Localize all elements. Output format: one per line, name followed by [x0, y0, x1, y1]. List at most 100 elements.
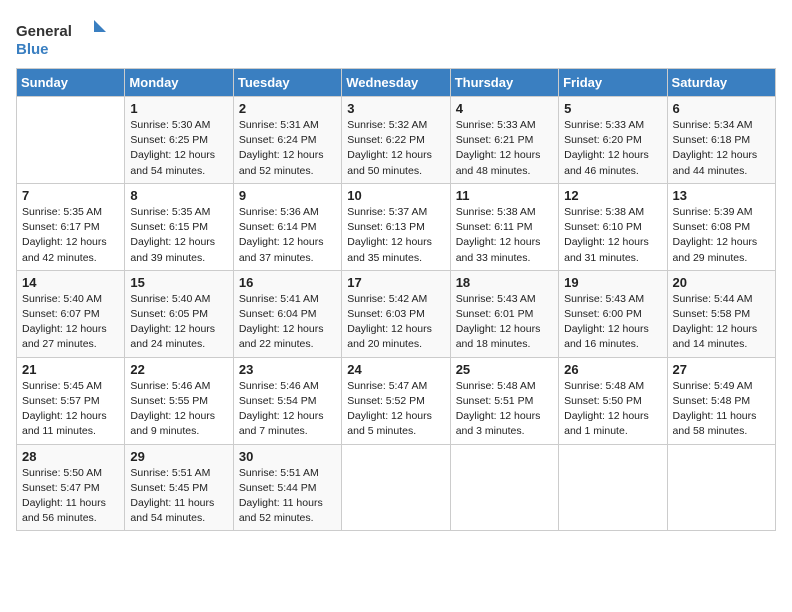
- calendar-cell: 30Sunrise: 5:51 AMSunset: 5:44 PMDayligh…: [233, 444, 341, 531]
- col-header-tuesday: Tuesday: [233, 69, 341, 97]
- day-number: 15: [130, 275, 227, 290]
- logo: General Blue: [16, 16, 106, 60]
- calendar-cell: 15 Sunrise: 5:40 AMSunset: 6:05 PMDayligh…: [125, 270, 233, 357]
- col-header-wednesday: Wednesday: [342, 69, 450, 97]
- calendar-cell: [667, 444, 775, 531]
- day-info: Sunrise: 5:45 AMSunset: 5:57 PMDaylight:…: [22, 379, 119, 440]
- calendar-cell: 10Sunrise: 5:37 AMSunset: 6:13 PMDayligh…: [342, 183, 450, 270]
- calendar-week-row: 7 Sunrise: 5:35 AMSunset: 6:17 PMDaylight…: [17, 183, 776, 270]
- day-info: Sunrise: 5:33 AMSunset: 6:20 PMDaylight:…: [564, 118, 661, 179]
- calendar-cell: 20 Sunrise: 5:44 AMSunset: 5:58 PMDayligh…: [667, 270, 775, 357]
- day-number: 16: [239, 275, 336, 290]
- calendar-table: SundayMondayTuesdayWednesdayThursdayFrid…: [16, 68, 776, 531]
- day-number: 6: [673, 101, 770, 116]
- day-number: 25: [456, 362, 553, 377]
- calendar-cell: 1 Sunrise: 5:30 AMSunset: 6:25 PMDaylight…: [125, 97, 233, 184]
- day-info: Sunrise: 5:30 AMSunset: 6:25 PMDaylight:…: [130, 118, 227, 179]
- calendar-week-row: 21 Sunrise: 5:45 AMSunset: 5:57 PMDayligh…: [17, 357, 776, 444]
- day-number: 22: [130, 362, 227, 377]
- day-info: Sunrise: 5:31 AMSunset: 6:24 PMDaylight:…: [239, 118, 336, 179]
- calendar-cell: 7 Sunrise: 5:35 AMSunset: 6:17 PMDaylight…: [17, 183, 125, 270]
- calendar-cell: 26Sunrise: 5:48 AMSunset: 5:50 PMDayligh…: [559, 357, 667, 444]
- day-number: 8: [130, 188, 227, 203]
- day-info: Sunrise: 5:40 AMSunset: 6:07 PMDaylight:…: [22, 292, 119, 353]
- day-info: Sunrise: 5:38 AMSunset: 6:11 PMDaylight:…: [456, 205, 553, 266]
- calendar-cell: 5 Sunrise: 5:33 AMSunset: 6:20 PMDaylight…: [559, 97, 667, 184]
- calendar-cell: 18 Sunrise: 5:43 AMSunset: 6:01 PMDayligh…: [450, 270, 558, 357]
- col-header-saturday: Saturday: [667, 69, 775, 97]
- day-info: Sunrise: 5:40 AMSunset: 6:05 PMDaylight:…: [130, 292, 227, 353]
- calendar-cell: [17, 97, 125, 184]
- day-info: Sunrise: 5:32 AMSunset: 6:22 PMDaylight:…: [347, 118, 444, 179]
- day-info: Sunrise: 5:41 AMSunset: 6:04 PMDaylight:…: [239, 292, 336, 353]
- day-info: Sunrise: 5:35 AMSunset: 6:17 PMDaylight:…: [22, 205, 119, 266]
- calendar-cell: 14 Sunrise: 5:40 AMSunset: 6:07 PMDayligh…: [17, 270, 125, 357]
- day-number: 20: [673, 275, 770, 290]
- day-info: Sunrise: 5:51 AMSunset: 5:44 PMDaylight:…: [239, 466, 336, 527]
- col-header-sunday: Sunday: [17, 69, 125, 97]
- day-info: Sunrise: 5:38 AMSunset: 6:10 PMDaylight:…: [564, 205, 661, 266]
- calendar-cell: [342, 444, 450, 531]
- day-number: 7: [22, 188, 119, 203]
- day-info: Sunrise: 5:46 AMSunset: 5:54 PMDaylight:…: [239, 379, 336, 440]
- svg-text:General: General: [16, 23, 72, 40]
- day-info: Sunrise: 5:50 AMSunset: 5:47 PMDaylight:…: [22, 466, 119, 527]
- day-number: 18: [456, 275, 553, 290]
- calendar-week-row: 28 Sunrise: 5:50 AMSunset: 5:47 PMDayligh…: [17, 444, 776, 531]
- calendar-cell: 12 Sunrise: 5:38 AMSunset: 6:10 PMDayligh…: [559, 183, 667, 270]
- col-header-thursday: Thursday: [450, 69, 558, 97]
- calendar-cell: 29Sunrise: 5:51 AMSunset: 5:45 PMDayligh…: [125, 444, 233, 531]
- day-info: Sunrise: 5:44 AMSunset: 5:58 PMDaylight:…: [673, 292, 770, 353]
- calendar-week-row: 14 Sunrise: 5:40 AMSunset: 6:07 PMDayligh…: [17, 270, 776, 357]
- day-info: Sunrise: 5:34 AMSunset: 6:18 PMDaylight:…: [673, 118, 770, 179]
- day-number: 28: [22, 449, 119, 464]
- calendar-week-row: 1 Sunrise: 5:30 AMSunset: 6:25 PMDaylight…: [17, 97, 776, 184]
- svg-text:Blue: Blue: [16, 41, 49, 58]
- calendar-cell: 28 Sunrise: 5:50 AMSunset: 5:47 PMDayligh…: [17, 444, 125, 531]
- calendar-cell: 19Sunrise: 5:43 AMSunset: 6:00 PMDayligh…: [559, 270, 667, 357]
- day-info: Sunrise: 5:35 AMSunset: 6:15 PMDaylight:…: [130, 205, 227, 266]
- day-number: 12: [564, 188, 661, 203]
- day-number: 2: [239, 101, 336, 116]
- calendar-cell: 17 Sunrise: 5:42 AMSunset: 6:03 PMDayligh…: [342, 270, 450, 357]
- calendar-cell: 9Sunrise: 5:36 AMSunset: 6:14 PMDaylight…: [233, 183, 341, 270]
- calendar-cell: 11 Sunrise: 5:38 AMSunset: 6:11 PMDayligh…: [450, 183, 558, 270]
- col-header-monday: Monday: [125, 69, 233, 97]
- day-number: 9: [239, 188, 336, 203]
- day-info: Sunrise: 5:33 AMSunset: 6:21 PMDaylight:…: [456, 118, 553, 179]
- day-number: 29: [130, 449, 227, 464]
- day-number: 23: [239, 362, 336, 377]
- day-number: 1: [130, 101, 227, 116]
- calendar-cell: 24Sunrise: 5:47 AMSunset: 5:52 PMDayligh…: [342, 357, 450, 444]
- calendar-cell: [559, 444, 667, 531]
- calendar-cell: 16 Sunrise: 5:41 AMSunset: 6:04 PMDayligh…: [233, 270, 341, 357]
- day-number: 13: [673, 188, 770, 203]
- calendar-cell: 3 Sunrise: 5:32 AMSunset: 6:22 PMDaylight…: [342, 97, 450, 184]
- calendar-header-row: SundayMondayTuesdayWednesdayThursdayFrid…: [17, 69, 776, 97]
- day-number: 11: [456, 188, 553, 203]
- calendar-cell: 25 Sunrise: 5:48 AMSunset: 5:51 PMDayligh…: [450, 357, 558, 444]
- calendar-cell: 22Sunrise: 5:46 AMSunset: 5:55 PMDayligh…: [125, 357, 233, 444]
- col-header-friday: Friday: [559, 69, 667, 97]
- day-number: 21: [22, 362, 119, 377]
- day-info: Sunrise: 5:48 AMSunset: 5:51 PMDaylight:…: [456, 379, 553, 440]
- day-number: 4: [456, 101, 553, 116]
- day-info: Sunrise: 5:49 AMSunset: 5:48 PMDaylight:…: [673, 379, 770, 440]
- day-number: 5: [564, 101, 661, 116]
- day-info: Sunrise: 5:43 AMSunset: 6:01 PMDaylight:…: [456, 292, 553, 353]
- logo-svg: General Blue: [16, 16, 106, 60]
- day-info: Sunrise: 5:37 AMSunset: 6:13 PMDaylight:…: [347, 205, 444, 266]
- day-number: 17: [347, 275, 444, 290]
- calendar-cell: 13Sunrise: 5:39 AMSunset: 6:08 PMDayligh…: [667, 183, 775, 270]
- calendar-cell: [450, 444, 558, 531]
- day-number: 14: [22, 275, 119, 290]
- page-header: General Blue: [16, 16, 776, 60]
- calendar-cell: 4 Sunrise: 5:33 AMSunset: 6:21 PMDaylight…: [450, 97, 558, 184]
- calendar-cell: 8 Sunrise: 5:35 AMSunset: 6:15 PMDaylight…: [125, 183, 233, 270]
- calendar-cell: 21 Sunrise: 5:45 AMSunset: 5:57 PMDayligh…: [17, 357, 125, 444]
- calendar-cell: 27Sunrise: 5:49 AMSunset: 5:48 PMDayligh…: [667, 357, 775, 444]
- day-info: Sunrise: 5:42 AMSunset: 6:03 PMDaylight:…: [347, 292, 444, 353]
- day-number: 3: [347, 101, 444, 116]
- day-info: Sunrise: 5:47 AMSunset: 5:52 PMDaylight:…: [347, 379, 444, 440]
- calendar-cell: 23 Sunrise: 5:46 AMSunset: 5:54 PMDayligh…: [233, 357, 341, 444]
